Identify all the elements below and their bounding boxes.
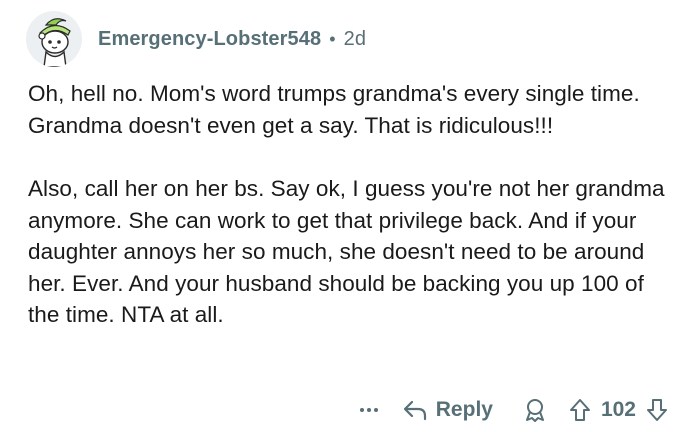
vote-controls: 102: [567, 392, 670, 428]
reply-button[interactable]: Reply: [402, 392, 493, 428]
comment-paragraph: Oh, hell no. Mom's word trumps grandma's…: [28, 81, 640, 138]
avatar[interactable]: [26, 11, 82, 67]
vote-score: 102: [600, 398, 636, 421]
comment-paragraph: Also, call her on her bs. Say ok, I gues…: [28, 176, 665, 327]
award-button[interactable]: [521, 396, 549, 424]
comment-meta: Emergency-Lobster548 • 2d: [98, 28, 366, 51]
comment-actions: Reply 102: [359, 392, 670, 428]
upvote-arrow-icon: [569, 399, 590, 421]
meta-separator: •: [329, 28, 336, 49]
comment-age[interactable]: 2d: [344, 28, 366, 51]
username[interactable]: Emergency-Lobster548: [98, 28, 321, 51]
downvote-arrow-icon: [647, 399, 667, 421]
reply-arrow-icon: [403, 400, 426, 421]
comment: Emergency-Lobster548 • 2d Oh, hell no. M…: [0, 0, 700, 432]
upvote-button[interactable]: [567, 396, 593, 424]
downvote-button[interactable]: [644, 396, 670, 424]
more-options-icon[interactable]: [359, 392, 380, 428]
comment-body: Oh, hell no. Mom's word trumps grandma's…: [28, 78, 678, 331]
reply-label: Reply: [435, 398, 493, 421]
award-icon: [525, 399, 544, 422]
comment-header: Emergency-Lobster548 • 2d: [26, 8, 366, 70]
snoo-avatar-icon: [38, 18, 71, 67]
